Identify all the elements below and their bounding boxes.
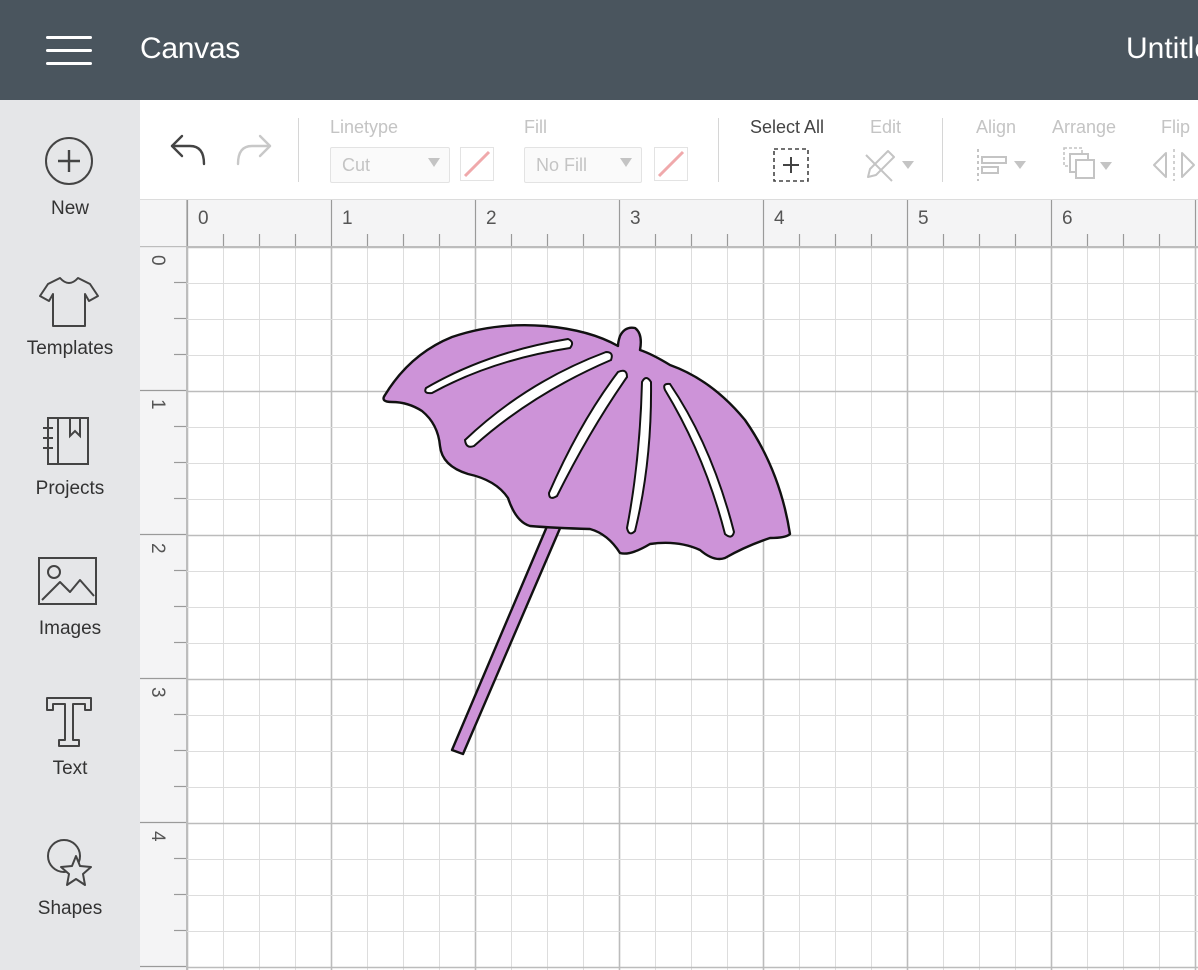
sidebar-item-label: New [50, 198, 89, 219]
shapes-icon [47, 839, 92, 886]
flip-label: Flip [1161, 117, 1191, 137]
ruler-ticks [140, 246, 186, 968]
linetype-value: Cut [342, 155, 371, 175]
redo-icon[interactable] [232, 130, 274, 168]
ruler-label: 2 [486, 208, 497, 229]
align-label: Align [976, 117, 1017, 137]
edit-toolbar: Linetype Cut Fill No Fill Select All Edi… [140, 100, 1198, 200]
chevron-down-icon [428, 158, 440, 167]
text-icon [46, 697, 92, 747]
design-canvas[interactable] [187, 247, 1198, 970]
linetype-color-swatch[interactable] [460, 147, 494, 181]
ruler-label: 2 [147, 543, 168, 554]
sidebar-item-images[interactable]: Images [0, 556, 140, 686]
app-title: Canvas [140, 32, 240, 65]
fill-value: No Fill [536, 155, 588, 175]
sidebar-item-text[interactable]: Text [0, 696, 140, 826]
sidebar-item-label: Templates [26, 338, 114, 359]
project-title[interactable]: Untitle [1126, 32, 1198, 66]
undo-icon[interactable] [168, 130, 210, 168]
no-color-icon [657, 150, 685, 178]
ruler-label: 6 [1062, 208, 1073, 229]
sidebar-item-projects[interactable]: Projects [0, 416, 140, 546]
linetype-label: Linetype [330, 117, 399, 137]
ruler-label: 3 [630, 208, 641, 229]
linetype-select[interactable]: Cut [330, 147, 450, 183]
image-icon [38, 557, 97, 605]
ruler-ticks [186, 200, 1197, 246]
ruler-label: 1 [147, 399, 168, 410]
vertical-ruler: 0 1 2 3 4 [140, 246, 187, 970]
ruler-label: 3 [147, 687, 168, 698]
tshirt-icon [39, 277, 99, 327]
sidebar-item-new[interactable]: New [0, 136, 140, 266]
plus-circle-icon [45, 137, 93, 185]
sidebar-item-label: Text [52, 758, 88, 779]
flip-icon[interactable] [1150, 147, 1198, 183]
fill-label: Fill [524, 117, 547, 137]
ruler-label: 1 [342, 208, 353, 229]
ruler-label: 4 [147, 831, 168, 842]
arrange-label: Arrange [1052, 117, 1117, 137]
chevron-down-icon [620, 158, 632, 167]
fill-color-swatch[interactable] [654, 147, 688, 181]
notebook-icon [43, 417, 89, 465]
sidebar-item-label: Shapes [37, 898, 103, 919]
ruler-label: 0 [198, 208, 209, 229]
select-all-label[interactable]: Select All [750, 117, 824, 138]
sidebar-item-shapes[interactable]: Shapes [0, 836, 140, 966]
toolbar-divider [298, 118, 299, 182]
toolbar-divider [942, 118, 943, 182]
edit-label: Edit [870, 117, 902, 137]
ruler-label: 0 [147, 255, 168, 266]
hamburger-menu-icon[interactable] [46, 36, 94, 66]
edit-pencil-icon[interactable] [862, 147, 918, 183]
top-header: Canvas Untitle [0, 0, 1198, 100]
fill-select[interactable]: No Fill [524, 147, 642, 183]
align-left-icon[interactable] [976, 147, 1030, 183]
sidebar-item-templates[interactable]: Templates [0, 276, 140, 406]
toolbar-divider [718, 118, 719, 182]
sidebar-item-label: Images [38, 618, 102, 639]
ruler-label: 5 [918, 208, 929, 229]
arrange-layers-icon[interactable] [1062, 146, 1118, 184]
ruler-label: 4 [774, 208, 785, 229]
ruler-corner [140, 200, 187, 247]
select-all-icon[interactable] [772, 147, 810, 183]
beach-umbrella-image[interactable] [187, 247, 1198, 970]
sidebar-item-label: Projects [35, 478, 105, 499]
horizontal-ruler: 0 1 2 3 4 5 6 [140, 200, 1198, 247]
left-sidebar: New Templates Projects Images Text Shape… [0, 100, 140, 970]
no-color-icon [463, 150, 491, 178]
